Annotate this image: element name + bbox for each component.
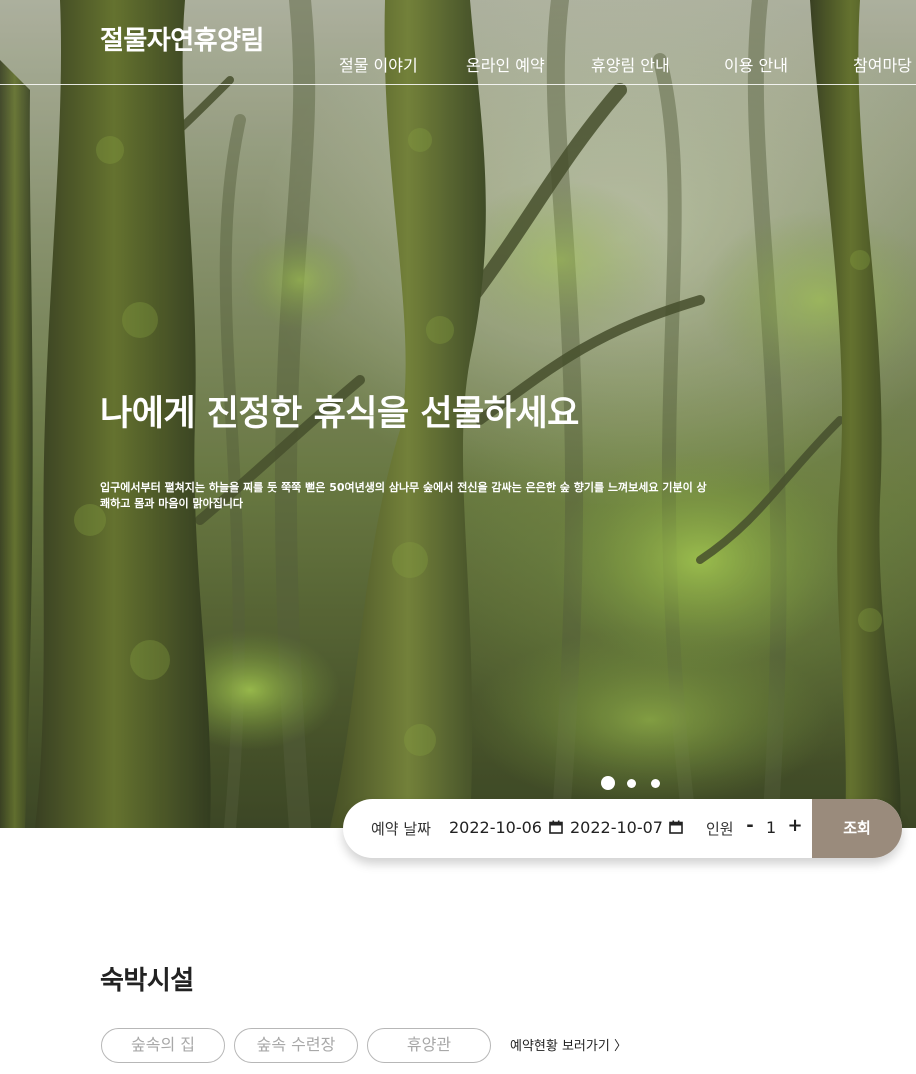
hero-headline: 나에게 진정한 휴식을 선물하세요 <box>100 394 579 434</box>
page: 절물자연휴양림 절물 이야기 온라인 예약 휴양림 안내 이용 안내 참여마당 … <box>0 0 916 1074</box>
tab-forest-training-center[interactable]: 숲속 수련장 <box>234 1028 358 1063</box>
lodging-section-title: 숙박시설 <box>100 966 194 996</box>
nav-item-forest-guide[interactable]: 휴양림 안내 <box>591 52 670 76</box>
nav-item-community[interactable]: 참여마당 <box>853 52 912 76</box>
hero-banner: 절물자연휴양림 절물 이야기 온라인 예약 휴양림 안내 이용 안내 참여마당 … <box>0 0 916 828</box>
people-count-label: 인원 <box>706 820 734 838</box>
decrement-people-button[interactable]: - <box>742 815 758 836</box>
nav-item-online-reservation[interactable]: 온라인 예약 <box>466 52 545 76</box>
main-navigation: 절물 이야기 온라인 예약 휴양림 안내 이용 안내 참여마당 <box>0 50 916 78</box>
calendar-icon[interactable] <box>669 820 683 834</box>
search-button[interactable]: 조회 <box>812 799 902 858</box>
reservation-status-link[interactable]: 예약현황 보러가기 〉 <box>510 1035 627 1054</box>
header-divider <box>0 84 916 85</box>
calendar-icon[interactable] <box>549 820 563 834</box>
slider-dot-2[interactable] <box>627 779 636 788</box>
hero-description: 입구에서부터 펼쳐지는 하늘을 찌를 듯 쭉쭉 뻗은 50여년생의 삼나무 숲에… <box>100 481 707 510</box>
tab-forest-house[interactable]: 숲속의 집 <box>101 1028 225 1063</box>
reservation-date-label: 예약 날짜 <box>371 820 431 838</box>
slider-dot-1[interactable] <box>601 776 615 790</box>
tab-recreation-hall[interactable]: 휴양관 <box>367 1028 491 1063</box>
increment-people-button[interactable]: + <box>787 815 803 836</box>
nav-item-story[interactable]: 절물 이야기 <box>339 52 418 76</box>
check-out-date-input[interactable]: 2022-10-07 <box>570 818 663 837</box>
people-count-value: 1 <box>766 818 777 837</box>
slider-dot-3[interactable] <box>651 779 660 788</box>
check-in-date-input[interactable]: 2022-10-06 <box>449 818 542 837</box>
reservation-search-bar: 예약 날짜 2022-10-06 2022-10-07 인원 - 1 + 조회 <box>343 799 902 858</box>
nav-item-usage-guide[interactable]: 이용 안내 <box>724 52 788 76</box>
